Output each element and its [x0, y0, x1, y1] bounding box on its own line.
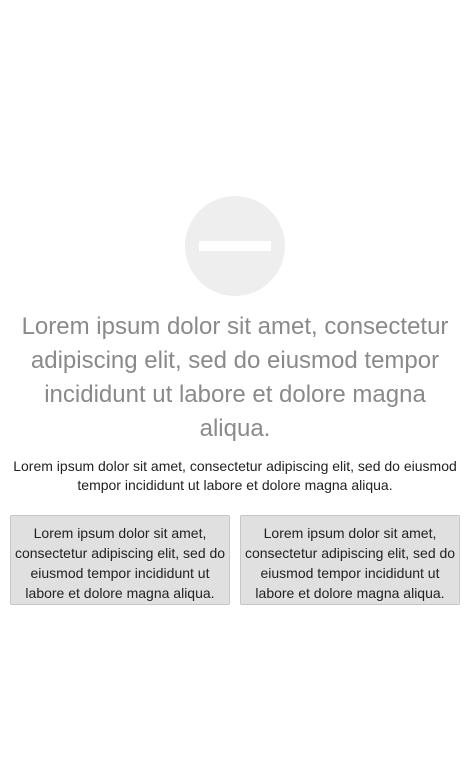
empty-state-title: Lorem ipsum dolor sit amet, consectetur … [21, 313, 449, 442]
secondary-action-button[interactable]: Lorem ipsum dolor sit amet, consectetur … [240, 515, 460, 605]
empty-state-description: Lorem ipsum dolor sit amet, consectetur … [13, 458, 457, 493]
minus-bar [199, 241, 271, 251]
minus-circle-icon [185, 196, 285, 296]
primary-action-button[interactable]: Lorem ipsum dolor sit amet, consectetur … [10, 515, 230, 605]
empty-state: Lorem ipsum dolor sit amet, consectetur … [0, 0, 470, 768]
